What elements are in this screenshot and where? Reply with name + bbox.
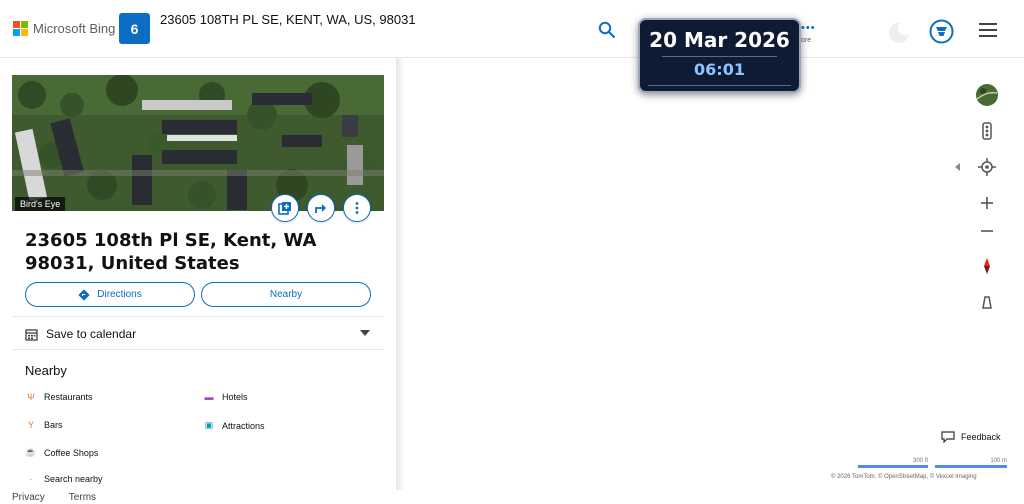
overlay-time: 06:01 xyxy=(694,60,745,79)
share-button[interactable] xyxy=(307,194,335,222)
birds-eye-label[interactable]: Bird's Eye xyxy=(15,197,66,211)
zoom-in-icon[interactable] xyxy=(972,191,1002,215)
panel-shadow xyxy=(396,58,404,490)
search-input[interactable]: 23605 108TH PL SE, KENT, WA, US, 98031 xyxy=(160,12,416,27)
search-icon[interactable] xyxy=(598,21,616,39)
traffic-icon[interactable] xyxy=(972,119,1002,143)
ticket-icon: ▣ xyxy=(204,420,214,430)
share-icon xyxy=(315,204,326,213)
directions-icon xyxy=(78,288,90,301)
weather-icon[interactable] xyxy=(886,20,912,44)
overlay-date: 20 Mar 2026 xyxy=(649,28,790,52)
nearby-category-coffee-shops[interactable]: ☕ Coffee Shops xyxy=(25,447,98,458)
route-badge[interactable]: 6 xyxy=(119,13,150,44)
more-options-button[interactable] xyxy=(343,194,371,222)
footer: Privacy Terms xyxy=(12,492,96,503)
location-panel: Bird's Eye 23605 108th Pl SE, Kent, WA 9… xyxy=(12,75,396,489)
logo-text: Microsoft Bing xyxy=(33,21,116,36)
calendar-icon xyxy=(25,328,38,341)
collection-icon xyxy=(278,202,291,215)
nearby-section-title: Nearby xyxy=(25,363,67,378)
collapse-controls-icon[interactable] xyxy=(955,163,960,171)
cocktail-icon: Y xyxy=(27,420,34,430)
aerial-photo[interactable]: Bird's Eye xyxy=(12,75,384,211)
tilt-3d-icon[interactable] xyxy=(972,290,1002,314)
nearby-category-bars[interactable]: Y Bars xyxy=(25,420,63,430)
fork-knife-icon: Ψ xyxy=(27,392,35,402)
locate-me-icon[interactable] xyxy=(972,155,1002,179)
privacy-link[interactable]: Privacy xyxy=(12,492,45,503)
microsoft-logo-icon xyxy=(13,21,28,36)
nearby-category-hotels[interactable]: ▬ Hotels xyxy=(203,392,248,402)
rewards-icon[interactable] xyxy=(929,19,954,44)
chevron-down-icon[interactable] xyxy=(360,330,370,336)
nearby-category-search[interactable]: · Search nearby xyxy=(25,474,103,484)
nearby-category-restaurants[interactable]: Ψ Restaurants xyxy=(25,392,92,402)
terms-link[interactable]: Terms xyxy=(69,492,96,503)
compass-icon[interactable] xyxy=(972,254,1002,278)
bed-icon: ▬ xyxy=(204,392,214,402)
more-icon[interactable]: ••• xyxy=(801,22,816,34)
nearby-category-attractions[interactable]: ▣ Attractions xyxy=(203,420,265,431)
search-icon: · xyxy=(29,474,33,484)
vertical-dots-icon xyxy=(355,202,359,214)
scale-bar-meters: 100 m xyxy=(935,458,1007,468)
save-to-calendar-label: Save to calendar xyxy=(46,327,137,341)
feedback-button[interactable]: Feedback xyxy=(941,431,1001,443)
scale-meters-label: 100 m xyxy=(990,458,1007,464)
directions-button[interactable]: Directions xyxy=(25,282,195,307)
directions-label: Directions xyxy=(97,289,142,300)
feedback-icon xyxy=(941,431,955,443)
nearby-button[interactable]: Nearby xyxy=(201,282,371,307)
scale-feet-label: 300 ft xyxy=(912,458,928,464)
bing-logo[interactable]: Microsoft Bing xyxy=(13,21,115,36)
save-to-calendar-row[interactable]: Save to calendar xyxy=(25,325,370,343)
date-time-overlay: 20 Mar 2026 06:01 xyxy=(638,18,801,93)
hamburger-menu-icon[interactable] xyxy=(979,23,997,37)
nearby-button-label: Nearby xyxy=(269,289,303,300)
add-to-collection-button[interactable] xyxy=(271,194,299,222)
aerial-view-icon[interactable] xyxy=(972,83,1002,107)
more-label: ore xyxy=(801,37,812,44)
feedback-label: Feedback xyxy=(961,432,1001,442)
zoom-out-icon[interactable] xyxy=(972,219,1002,243)
top-bar: Microsoft Bing 6 23605 108TH PL SE, KENT… xyxy=(0,0,1024,58)
coffee-icon: ☕ xyxy=(25,447,37,457)
map-copyright: © 2026 TomTom, © OpenStreetMap, © Vexcel… xyxy=(831,474,977,480)
location-address: 23605 108th Pl SE, Kent, WA 98031, Unite… xyxy=(25,230,317,274)
scale-bar-feet: 300 ft xyxy=(858,458,928,468)
